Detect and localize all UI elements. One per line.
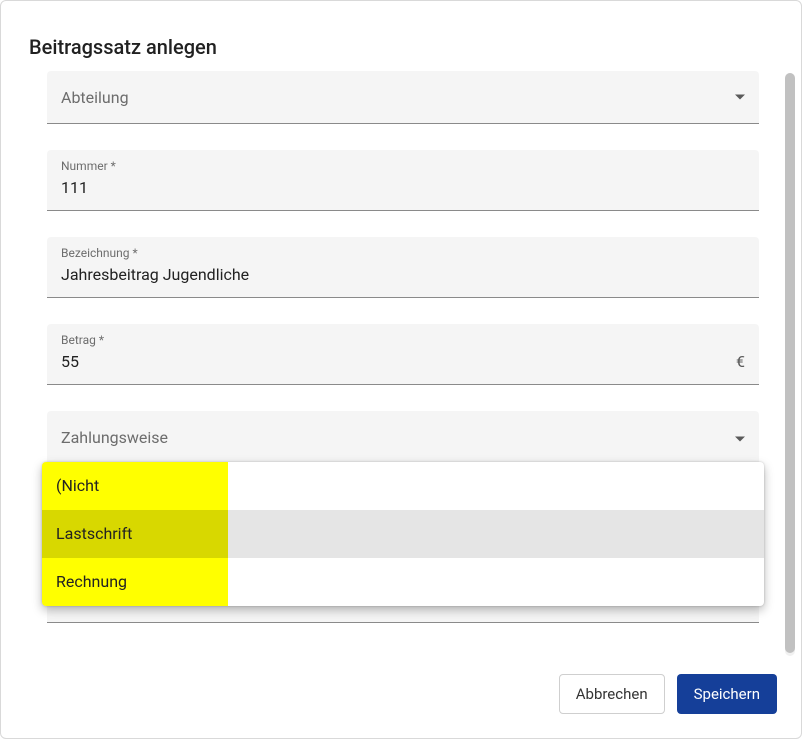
dialog-footer: Abbrechen Speichern — [1, 662, 801, 738]
betrag-field[interactable]: Betrag * € — [47, 324, 759, 385]
abteilung-placeholder: Abteilung — [61, 88, 157, 107]
betrag-currency: € — [728, 352, 745, 371]
betrag-label: Betrag * — [61, 332, 745, 348]
dialog-create-contribution-rate: Beitragssatz anlegen Abteilung Nummer * … — [0, 0, 802, 739]
cancel-button[interactable]: Abbrechen — [559, 674, 665, 714]
dialog-title: Beitragssatz anlegen — [1, 1, 801, 67]
nummer-field[interactable]: Nummer * — [47, 150, 759, 211]
bezeichnung-label: Bezeichnung * — [61, 245, 745, 261]
betrag-input[interactable] — [61, 348, 728, 378]
scrollbar-track[interactable] — [785, 73, 795, 656]
save-button[interactable]: Speichern — [677, 674, 777, 714]
nummer-label: Nummer * — [61, 158, 745, 174]
scrollbar-thumb[interactable] — [785, 73, 795, 653]
zahlungsweise-select[interactable]: Zahlungsweise — [47, 411, 759, 467]
dropdown-option[interactable]: Lastschrift — [42, 510, 764, 558]
scroll-area: Abteilung Nummer * Bezeichnung * Betrag … — [3, 67, 799, 662]
nummer-input[interactable] — [61, 174, 745, 204]
zahlungsweise-dropdown: (Nicht berücksichtigen) Lastschrift Rech… — [42, 462, 764, 606]
dropdown-option[interactable]: Rechnung — [42, 558, 764, 606]
dropdown-arrow-icon — [735, 436, 745, 441]
dropdown-arrow-icon — [735, 95, 745, 100]
zahlungsweise-placeholder: Zahlungsweise — [61, 428, 196, 447]
bezeichnung-input[interactable] — [61, 261, 745, 291]
abteilung-select[interactable]: Abteilung — [47, 71, 759, 124]
dropdown-option[interactable]: (Nicht berücksichtigen) — [42, 462, 764, 510]
bezeichnung-field[interactable]: Bezeichnung * — [47, 237, 759, 298]
